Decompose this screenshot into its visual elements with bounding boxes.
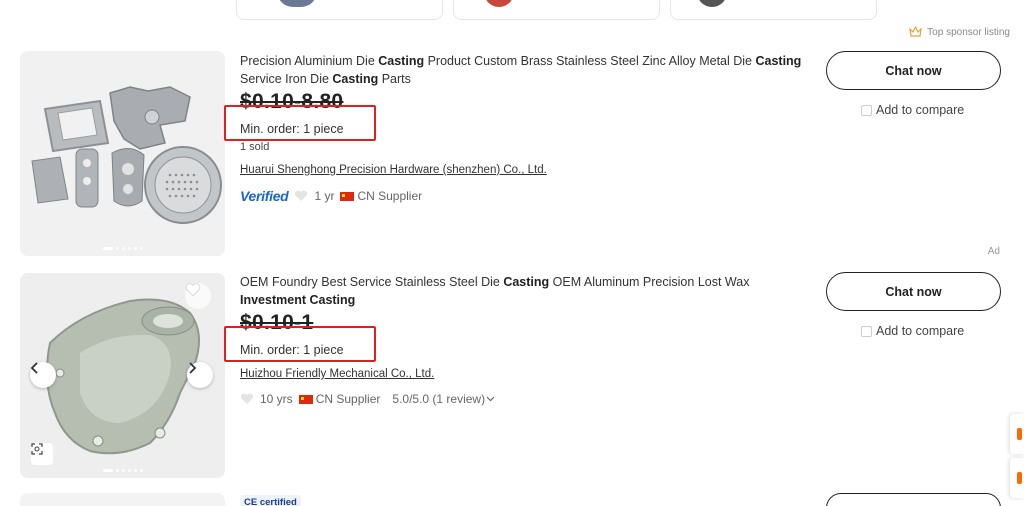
product-image[interactable] [20,493,225,506]
add-to-compare[interactable]: Add to compare [861,103,964,117]
title-segment: Investment Casting [240,293,356,307]
image-carousel-dots [102,247,143,250]
years-in-business: 1 yr [314,189,335,203]
add-to-compare[interactable]: Add to compare [861,324,964,338]
highlight-box [224,105,376,141]
supplier-country: CN Supplier [315,392,381,406]
title-segment: OEM Foundry Best Service Stainless Steel… [240,275,504,289]
chat-now-button[interactable] [826,493,1001,506]
side-floating-tab[interactable] [1010,458,1024,498]
compare-label: Add to compare [876,103,965,117]
title-segment: Service Iron Die [240,72,333,86]
previous-listing-card[interactable] [236,0,443,20]
ad-label: Ad [987,246,1000,257]
supplier-meta: Verified 1 yr CN Supplier [240,188,422,204]
chat-now-button[interactable]: Chat now [826,272,1001,311]
supplier-name-link[interactable]: Huizhou Friendly Mechanical Co., Ltd. [240,368,434,380]
years-in-business: 10 yrs [260,392,293,406]
chevron-left-icon [30,362,38,374]
previous-image-button[interactable] [30,362,56,388]
heart-icon [240,393,254,404]
crown-icon [909,26,923,37]
image-carousel-dots [102,469,143,472]
rating[interactable]: 5.0/5.0 (1 review) [392,392,485,406]
product-image[interactable] [20,51,225,256]
product-title[interactable]: Precision Aluminium Die Casting Product … [240,52,810,88]
chevron-down-icon[interactable] [486,396,495,402]
top-sponsor-listing-label: Top sponsor listing [909,26,1010,38]
compare-checkbox[interactable] [861,325,872,337]
die-casting-parts-image [20,51,225,256]
next-image-button[interactable] [187,362,213,388]
search-results-page: Top sponsor listing Precision Aluminium … [0,0,1024,506]
previous-listing-card[interactable] [453,0,660,20]
previous-listing-card[interactable] [670,0,877,20]
product-image[interactable] [20,273,225,478]
image-search-icon [31,443,43,455]
title-segment: Product Custom Brass Stainless Steel Zin… [424,54,756,68]
cn-flag-icon [298,394,313,404]
ce-certified-badge: CE certified [240,495,301,506]
supplier-meta: 10 yrs CN Supplier 5.0/5.0 (1 review) [240,392,495,406]
title-segment: OEM Aluminum Precision Lost Wax [549,275,750,289]
title-segment: Precision Aluminium Die [240,54,379,68]
compare-checkbox[interactable] [861,104,872,116]
sponsor-text: Top sponsor listing [927,26,1010,38]
supplier-country: CN Supplier [357,189,423,203]
heart-icon [295,190,308,201]
cn-flag-icon [340,191,355,201]
image-search-button[interactable] [31,443,53,465]
compare-label: Add to compare [876,324,965,338]
title-segment: Casting [332,72,379,86]
chat-now-button[interactable]: Chat now [826,51,1001,90]
title-segment: Casting [755,54,802,68]
title-segment: Parts [378,72,411,86]
side-floating-tab[interactable] [1010,414,1024,454]
chevron-right-icon [189,362,197,374]
verified-badge[interactable]: Verified [240,188,289,204]
highlight-box [224,326,376,362]
heart-icon [185,283,201,297]
product-title[interactable]: OEM Foundry Best Service Stainless Steel… [240,273,810,309]
favorite-button[interactable] [185,283,211,309]
supplier-name-link[interactable]: Huarui Shenghong Precision Hardware (she… [240,164,547,176]
sold-count: 1 sold [240,141,270,153]
title-segment: Casting [378,54,425,68]
title-segment: Casting [503,275,550,289]
